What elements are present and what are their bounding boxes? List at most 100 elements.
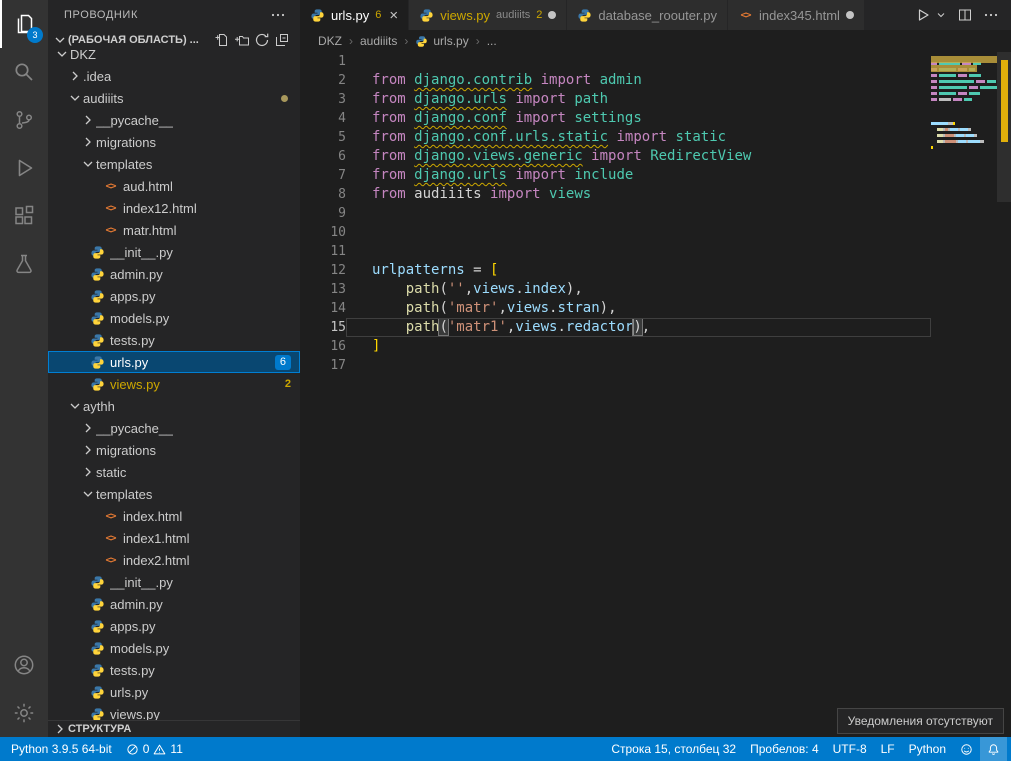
run-icon[interactable] <box>915 7 931 23</box>
new-folder-icon[interactable] <box>234 32 250 48</box>
code-line-10[interactable]: 10 <box>300 223 1011 242</box>
chevron-down-icon[interactable] <box>935 9 947 21</box>
collapse-all-icon[interactable] <box>274 32 290 48</box>
tree-item-admin-py[interactable]: admin.py <box>48 263 300 285</box>
code-line-15[interactable]: 15 path('matr1',views.redactor), <box>300 318 1011 337</box>
tree-item-aythh[interactable]: aythh <box>48 395 300 417</box>
code-line-6[interactable]: 6from django.views.generic import Redire… <box>300 147 1011 166</box>
tree-item-index-html[interactable]: <>index.html <box>48 505 300 527</box>
tree-item-label: tests.py <box>110 333 155 348</box>
code-line-8[interactable]: 8from audiiits import views <box>300 185 1011 204</box>
eol-status[interactable]: LF <box>874 737 902 761</box>
tree-item-apps-py[interactable]: apps.py <box>48 285 300 307</box>
python-file-icon <box>90 289 105 304</box>
tree-item-views-py[interactable]: views.py2 <box>48 373 300 395</box>
indentation-status[interactable]: Пробелов: 4 <box>743 737 826 761</box>
activity-item-explorer[interactable]: 3 <box>0 0 48 48</box>
activity-item-testing[interactable] <box>0 240 48 288</box>
more-actions-icon[interactable] <box>270 7 286 23</box>
overview-ruler[interactable] <box>997 52 1011 737</box>
python-file-icon <box>90 641 105 656</box>
breadcrumb-item-audiiits[interactable]: audiiits <box>360 34 397 48</box>
tree-item-templates[interactable]: templates <box>48 153 300 175</box>
line-number: 7 <box>300 166 346 185</box>
language-mode-status[interactable]: Python <box>902 737 953 761</box>
activity-item-account[interactable] <box>0 641 48 689</box>
code-line-3[interactable]: 3from django.urls import path <box>300 90 1011 109</box>
tree-item-audiiits[interactable]: audiiits <box>48 87 300 109</box>
activity-item-run-debug[interactable] <box>0 144 48 192</box>
tree-item-apps-py[interactable]: apps.py <box>48 615 300 637</box>
minimap[interactable] <box>931 54 997 156</box>
new-file-icon[interactable] <box>214 32 230 48</box>
code-line-9[interactable]: 9 <box>300 204 1011 223</box>
code-line-7[interactable]: 7from django.urls import include <box>300 166 1011 185</box>
tree-item-init-py[interactable]: __init__.py <box>48 241 300 263</box>
feedback-button[interactable] <box>953 737 980 761</box>
python-interpreter-status[interactable]: Python 3.9.5 64-bit <box>4 737 119 761</box>
tree-item-init-py[interactable]: __init__.py <box>48 571 300 593</box>
notifications-bell[interactable] <box>980 737 1007 761</box>
code-line-12[interactable]: 12urlpatterns = [ <box>300 261 1011 280</box>
tree-item-pycache[interactable]: __pycache__ <box>48 417 300 439</box>
activity-item-settings[interactable] <box>0 689 48 737</box>
close-icon[interactable]: × <box>389 8 398 23</box>
breadcrumb-item-ellipsis[interactable]: ... <box>487 34 497 48</box>
code-line-16[interactable]: 16] <box>300 337 1011 356</box>
tree-item-models-py[interactable]: models.py <box>48 637 300 659</box>
activity-item-search[interactable] <box>0 48 48 96</box>
tree-item-models-py[interactable]: models.py <box>48 307 300 329</box>
tree-item-tests-py[interactable]: tests.py <box>48 329 300 351</box>
tree-item-templates[interactable]: templates <box>48 483 300 505</box>
cursor-position-status[interactable]: Строка 15, столбец 32 <box>604 737 743 761</box>
tree-item-views-py[interactable]: views.py <box>48 703 300 720</box>
problems-status[interactable]: 0 11 <box>119 737 190 761</box>
code-line-5[interactable]: 5from django.conf.urls.static import sta… <box>300 128 1011 147</box>
tree-item-dkz[interactable]: DKZ <box>48 50 300 65</box>
tree-item-tests-py[interactable]: tests.py <box>48 659 300 681</box>
tree-item-urls-py[interactable]: urls.py <box>48 681 300 703</box>
tab-urls-py[interactable]: urls.py6× <box>300 0 409 30</box>
split-editor-icon[interactable] <box>957 7 973 23</box>
encoding-status[interactable]: UTF-8 <box>826 737 874 761</box>
activity-item-extensions[interactable] <box>0 192 48 240</box>
indent-spacer <box>80 640 90 656</box>
tree-item-urls-py[interactable]: urls.py6 <box>48 351 300 373</box>
workspace-section-header[interactable]: (РАБОЧАЯ ОБЛАСТЬ) ... <box>48 30 300 50</box>
line-number: 16 <box>300 337 346 356</box>
tree-item-index2-html[interactable]: <>index2.html <box>48 549 300 571</box>
code-line-2[interactable]: 2from django.contrib import admin <box>300 71 1011 90</box>
tree-item-index12-html[interactable]: <>index12.html <box>48 197 300 219</box>
breadcrumb-item-dkz[interactable]: DKZ <box>318 34 342 48</box>
tree-item-static[interactable]: static <box>48 461 300 483</box>
refresh-icon[interactable] <box>254 32 270 48</box>
html-file-icon: <> <box>103 201 118 216</box>
tree-item-migrations[interactable]: migrations <box>48 439 300 461</box>
tree-item-migrations[interactable]: migrations <box>48 131 300 153</box>
tab-database-roouter-py[interactable]: database_roouter.py <box>567 0 728 30</box>
code-line-13[interactable]: 13 path('',views.index), <box>300 280 1011 299</box>
breadcrumb-item-urls-py[interactable]: urls.py <box>415 34 468 48</box>
code-line-1[interactable]: 1 <box>300 52 1011 71</box>
tree-item-pycache[interactable]: __pycache__ <box>48 109 300 131</box>
tree-item-index1-html[interactable]: <>index1.html <box>48 527 300 549</box>
code-line-4[interactable]: 4from django.conf import settings <box>300 109 1011 128</box>
tree-item-matr-html[interactable]: <>matr.html <box>48 219 300 241</box>
tree-item-admin-py[interactable]: admin.py <box>48 593 300 615</box>
outline-section-header[interactable]: СТРУКТУРА <box>48 720 300 737</box>
chevron-down-icon <box>52 32 68 48</box>
tab-views-py[interactable]: views.pyaudiiits2 <box>409 0 567 30</box>
tab-index345-html[interactable]: <>index345.html <box>728 0 865 30</box>
tree-item-aud-html[interactable]: <>aud.html <box>48 175 300 197</box>
tree-item-label: __pycache__ <box>96 421 173 436</box>
python-file-icon <box>90 245 105 260</box>
outline-section-label: СТРУКТУРА <box>68 723 131 735</box>
activity-item-source-control[interactable] <box>0 96 48 144</box>
code-line-11[interactable]: 11 <box>300 242 1011 261</box>
code-line-14[interactable]: 14 path('matr',views.stran), <box>300 299 1011 318</box>
more-icon[interactable] <box>983 7 999 23</box>
tree-item-idea[interactable]: .idea <box>48 65 300 87</box>
code-line-17[interactable]: 17 <box>300 356 1011 375</box>
line-number: 15 <box>300 318 346 337</box>
code-editor[interactable]: 12from django.contrib import admin3from … <box>300 52 1011 737</box>
